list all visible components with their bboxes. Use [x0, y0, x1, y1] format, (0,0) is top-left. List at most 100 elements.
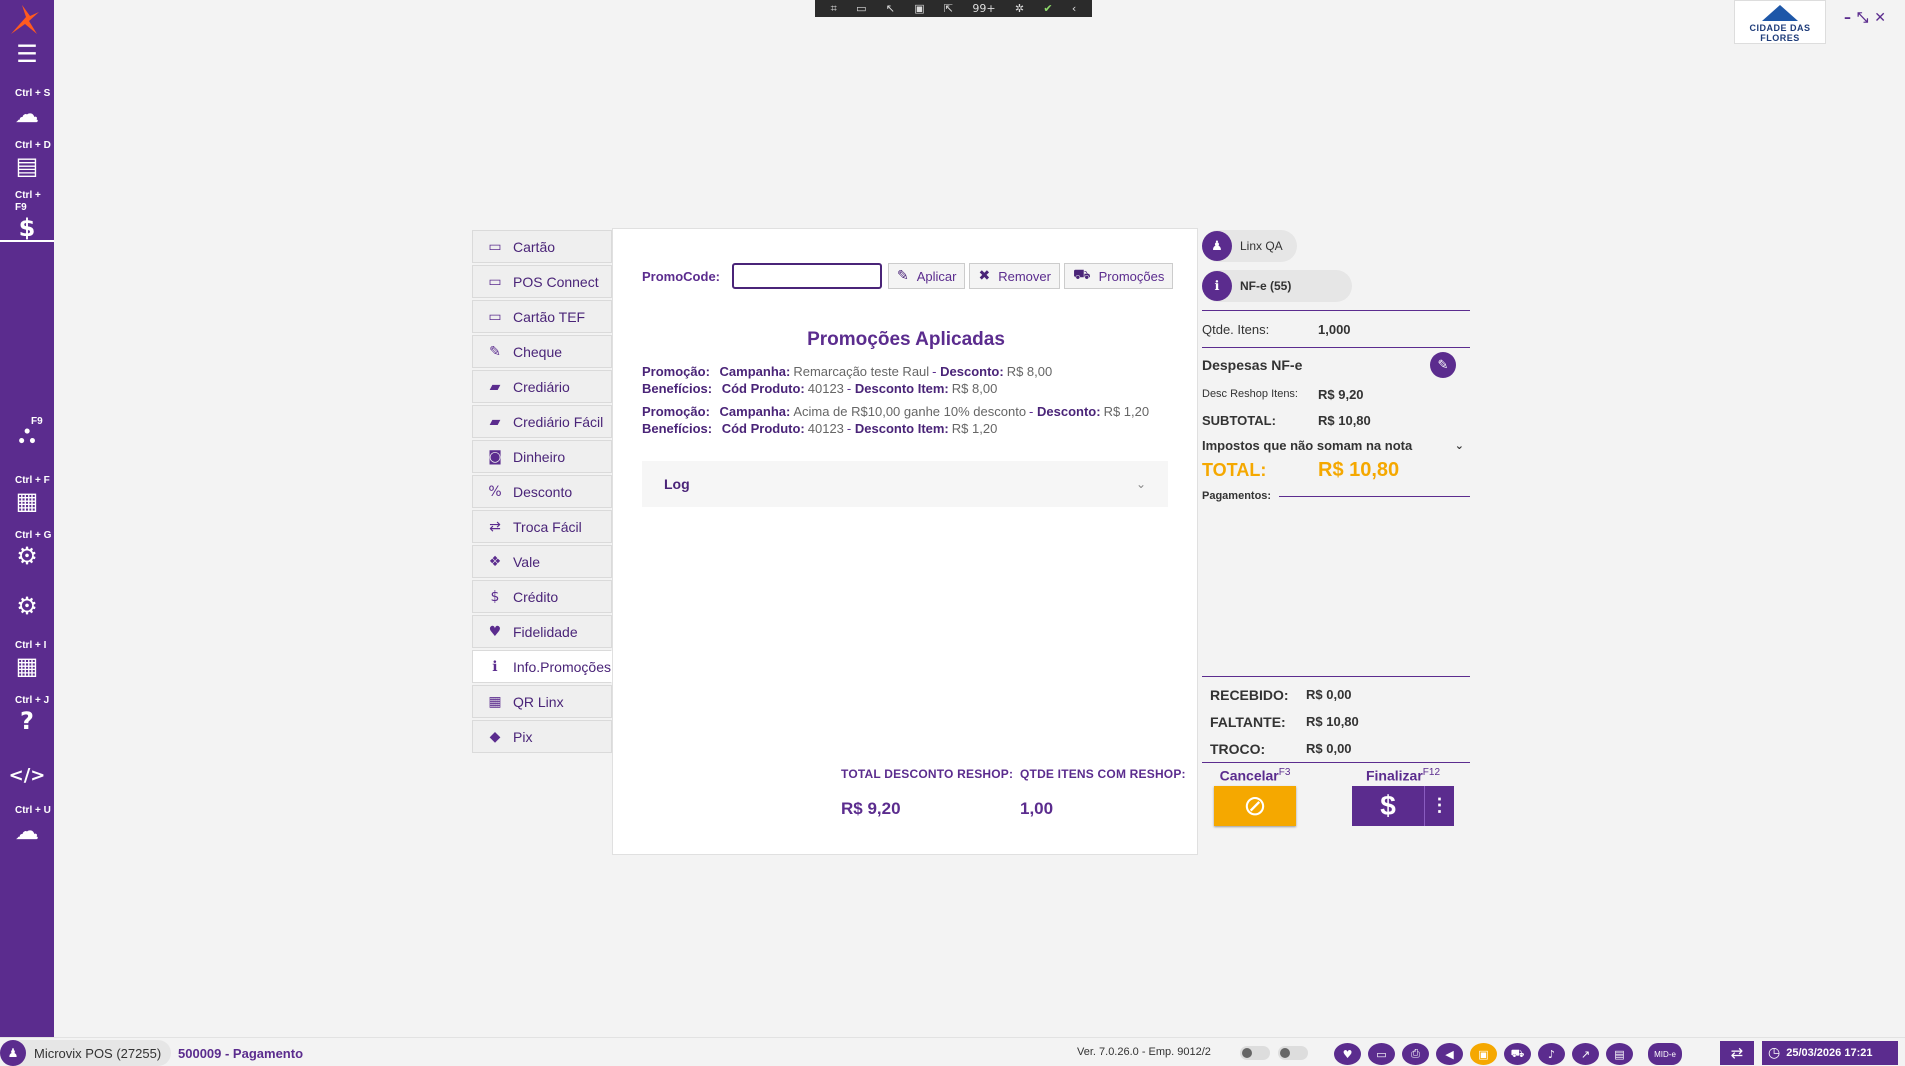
finalize-button-group: $ ⋮ [1352, 785, 1454, 826]
sidebar-item-dollar[interactable]: Ctrl + F9 $ [0, 190, 54, 242]
payment-method-qr-linx[interactable]: ▦ QR Linx [472, 685, 612, 718]
card-reader-icon[interactable]: ▤ [1606, 1043, 1633, 1065]
info-icon: ℹ [1202, 271, 1232, 301]
sidebar-item-cloud[interactable]: Ctrl + S ☁ [0, 88, 54, 128]
pointer-icon[interactable]: ↖ [886, 2, 895, 15]
promotions-button[interactable]: ⛟ Promoções [1063, 263, 1174, 289]
payment-method-troca-facil[interactable]: ⇄ Troca Fácil [472, 510, 612, 543]
more-options-button[interactable]: ⋮ [1424, 785, 1454, 826]
cart-icon[interactable]: ⛟ [1504, 1043, 1531, 1065]
sidebar-item-code[interactable]: </> [0, 762, 54, 790]
reshop-items-qty-block: QTDE ITENS COM RESHOP: 1,00 [1020, 767, 1186, 819]
user-pill[interactable]: ♟ Linx QA [1202, 230, 1297, 262]
sidebar-item-shopping-bag[interactable]: F9 ⛬ [0, 416, 54, 448]
apply-button[interactable]: ✎ Aplicar [888, 263, 966, 289]
select-icon[interactable]: ⌗ [831, 2, 837, 16]
received-value: R$ 0,00 [1306, 687, 1352, 702]
sidebar-item-menu[interactable]: ☰ [0, 40, 54, 68]
payment-method-pix[interactable]: ◆ Pix [472, 720, 612, 753]
chevron-left-icon[interactable]: ‹ [1072, 2, 1076, 15]
sidebar-item-document[interactable]: Ctrl + D ▤ [0, 140, 54, 180]
remaining-label: FALTANTE: [1210, 713, 1286, 730]
dollar-icon: $ [1380, 789, 1396, 821]
promotions-button-label: Promoções [1098, 268, 1165, 284]
close-icon[interactable]: ✕ [1874, 10, 1886, 26]
log-accordion[interactable]: Log ⌄ [642, 461, 1168, 507]
swap-icon[interactable]: ⇄ [1720, 1041, 1754, 1065]
minimize-icon[interactable]: – [1844, 10, 1851, 26]
payment-method-crediario[interactable]: ▰ Crediário [472, 370, 612, 403]
window-icon[interactable]: ▣ [914, 2, 924, 15]
payment-method-dinheiro[interactable]: ◙ Dinheiro [472, 440, 612, 473]
book-icon: ▰ [489, 378, 501, 395]
accessibility-icon[interactable]: ✲ [1015, 2, 1024, 15]
printer-toggle[interactable] [1278, 1046, 1308, 1060]
payment-method-label: Cartão TEF [513, 308, 586, 325]
document-type-pill[interactable]: ℹ NF-e (55) [1202, 270, 1352, 302]
shortcut-label: Ctrl + U [15, 805, 51, 816]
sidebar-item-gears[interactable]: Ctrl + G ⚙ [0, 530, 54, 570]
bell-icon[interactable]: ♪ [1538, 1043, 1565, 1065]
sidebar-item-settings[interactable]: ⚙ [0, 592, 54, 620]
payment-method-info-promocoes[interactable]: ℹ Info.Promoções [472, 650, 612, 683]
window-controls: – ⤡ ✕ [1844, 10, 1886, 26]
sale-summary-panel: ♟ Linx QA ℹ NF-e (55) Qtde. Itens: 1,000… [1202, 230, 1470, 826]
cursor-icon[interactable]: ⇱ [944, 2, 953, 15]
linx-logo[interactable] [8, 2, 42, 36]
wifi-toggle[interactable] [1240, 1046, 1270, 1060]
non-added-taxes-toggle[interactable]: Impostos que não somam na nota ⌄ [1202, 434, 1470, 456]
payment-method-desconto[interactable]: % Desconto [472, 475, 612, 508]
payment-method-label: Crediário Fácil [513, 413, 604, 430]
sidebar-item-apps-grid[interactable]: Ctrl + I ▦ [0, 640, 54, 680]
document-type: NF-e (55) [1240, 279, 1292, 293]
payment-method-label: Vale [513, 553, 540, 570]
payment-method-label: POS Connect [513, 273, 599, 290]
payment-method-cartao[interactable]: ▭ Cartão [472, 230, 612, 263]
benefits-label: Benefícios: [642, 421, 713, 436]
cloud-mide-badge[interactable]: MID-e [1648, 1043, 1682, 1065]
payment-method-vale[interactable]: ❖ Vale [472, 545, 612, 578]
total-discount-block: TOTAL DESCONTO RESHOP: R$ 9,20 [841, 767, 1013, 819]
megaphone-icon[interactable]: ◀ [1436, 1043, 1463, 1065]
remove-button[interactable]: ✖ Remover [969, 263, 1060, 289]
payment-method-cartao-tef[interactable]: ▭ Cartão TEF [472, 300, 612, 333]
heart-monitor-icon[interactable]: ♥ [1334, 1043, 1361, 1065]
shortcut-label: Ctrl + S [15, 88, 51, 99]
tag-icon: ✎ [897, 268, 909, 284]
remaining-row: FALTANTE: R$ 10,80 [1202, 708, 1470, 735]
app-name-pill[interactable]: ♟ Microvix POS (27255) [0, 1040, 172, 1066]
edit-pencil-icon[interactable]: ✎ [1430, 352, 1456, 378]
promo-code-row: PromoCode: ✎ Aplicar ✖ Remover ⛟ Promoçõ… [642, 263, 1177, 289]
promotion-label: Promoção: [642, 364, 710, 379]
restore-icon[interactable]: ⤡ [1857, 10, 1868, 26]
camera-icon[interactable]: ▭ [856, 2, 866, 15]
sidebar-item-help[interactable]: Ctrl + J? [0, 695, 54, 735]
monitor-icon[interactable]: ▭ [1368, 1043, 1395, 1065]
payment-method-cheque[interactable]: ✎ Cheque [472, 335, 612, 368]
finalize-button[interactable]: $ [1352, 785, 1424, 826]
printer-icon[interactable]: ⎙ [1402, 1043, 1429, 1065]
payment-method-crediario-facil[interactable]: ▰ Crediário Fácil [472, 405, 612, 438]
promotion-line: Promoção: Campanha: Acima de R$10,00 ganh… [642, 404, 1150, 419]
sidebar-item-qr-code[interactable]: Ctrl + F ▦ [0, 475, 54, 515]
datetime-display[interactable]: ◷ 25/03/2026 17:21 [1762, 1041, 1898, 1065]
share-icon[interactable]: ↗ [1572, 1043, 1599, 1065]
badge-icon[interactable]: ▣ [1470, 1043, 1497, 1065]
cancel-icon: ⊘ [1243, 789, 1267, 823]
sidebar-item-cloud-download[interactable]: Ctrl + U ☁ [0, 805, 54, 845]
finalize-label: FinalizarF12 [1365, 767, 1441, 784]
promo-code-input[interactable] [732, 263, 882, 289]
shortcut-label: Ctrl + F9 [15, 190, 41, 213]
shortcut-label: F9 [31, 416, 43, 427]
cancel-button[interactable]: ⊘ [1214, 785, 1296, 826]
applied-promotions-title: Promoções Aplicadas [807, 329, 1005, 350]
shortcut-label: Ctrl + D [15, 140, 51, 151]
apply-button-label: Aplicar [916, 268, 957, 284]
promotions-panel: PromoCode: ✎ Aplicar ✖ Remover ⛟ Promoçõ… [612, 228, 1198, 855]
notification-badge[interactable]: 99+ [972, 2, 995, 15]
payment-method-fidelidade[interactable]: ♥ Fidelidade [472, 615, 612, 648]
payment-method-credito[interactable]: $ Crédito [472, 580, 612, 613]
total-discount-value: R$ 9,20 [841, 799, 901, 818]
payment-method-pos-connect[interactable]: ▭ POS Connect [472, 265, 612, 298]
check-icon[interactable]: ✔ [1043, 2, 1052, 15]
